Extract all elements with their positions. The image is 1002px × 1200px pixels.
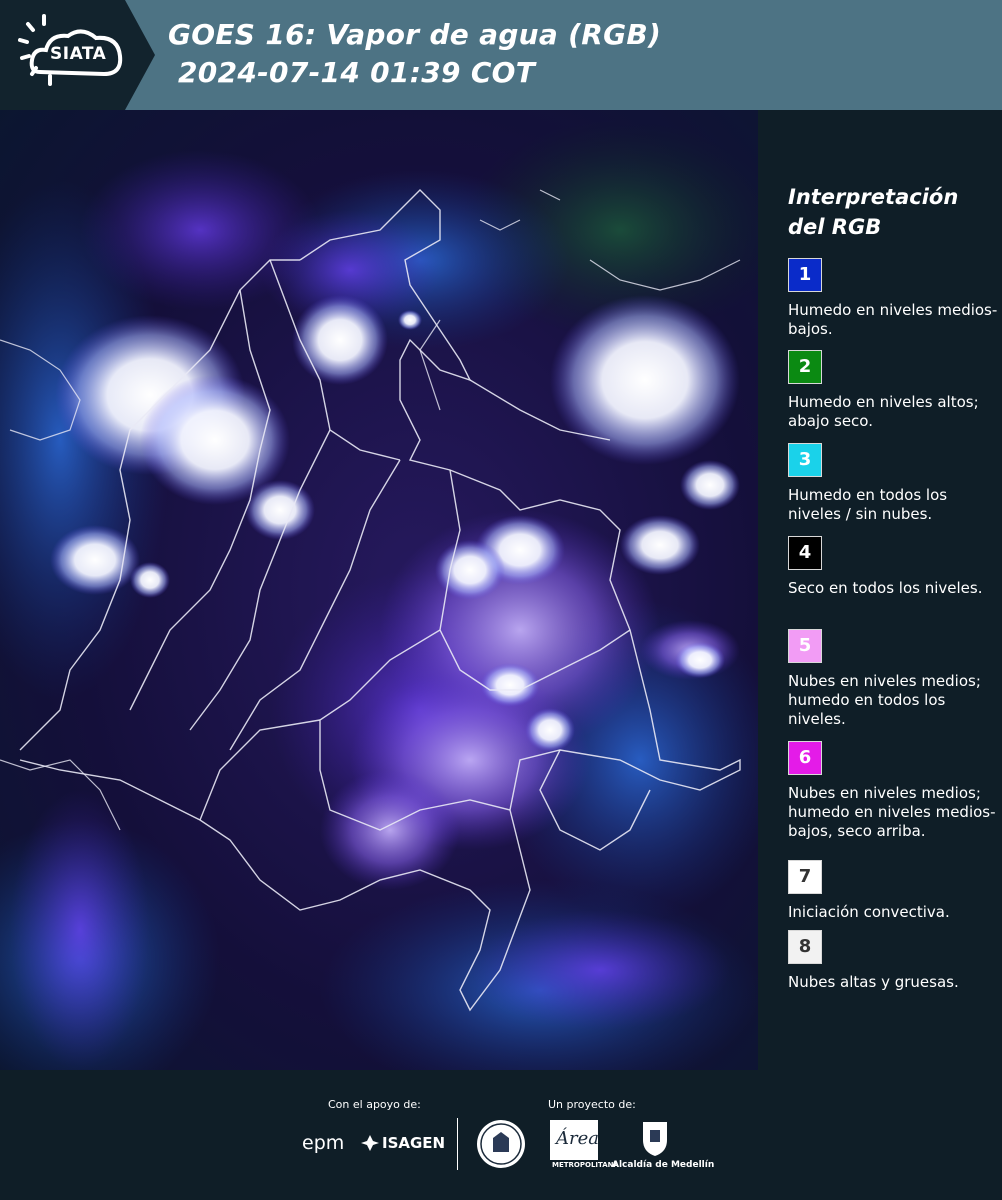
legend-swatch: 8 bbox=[788, 930, 822, 964]
timestamp: 2024-07-14 01:39 COT bbox=[178, 56, 536, 89]
legend-item-7: 7 Iniciación convectiva. bbox=[788, 860, 998, 922]
project-label: Un proyecto de: bbox=[548, 1098, 636, 1111]
footer: Con el apoyo de: Un proyecto de: epm ISA… bbox=[0, 1070, 1002, 1200]
legend-swatch: 3 bbox=[788, 443, 822, 477]
isagen-logo: ISAGEN bbox=[382, 1134, 446, 1152]
area-metropolitana-logo: Área bbox=[550, 1120, 598, 1160]
legend-description: Humedo en niveles altos; abajo seco. bbox=[788, 393, 979, 430]
header-bar: SIATA GOES 16: Vapor de agua (RGB) 2024-… bbox=[0, 0, 1002, 110]
legend-description: Nubes en niveles medios; humedo en todos… bbox=[788, 672, 981, 728]
legend-swatch: 6 bbox=[788, 741, 822, 775]
legend-description: Nubes altas y gruesas. bbox=[788, 973, 959, 991]
satellite-map bbox=[0, 110, 760, 1070]
metropolitana-caption: METROPOLITANA bbox=[552, 1161, 619, 1169]
support-label: Con el apoyo de: bbox=[328, 1098, 421, 1111]
svg-text:Área: Área bbox=[554, 1126, 598, 1149]
legend-swatch: 4 bbox=[788, 536, 822, 570]
seal-icon bbox=[477, 1120, 525, 1168]
legend-title: Interpretación del RGB bbox=[788, 185, 959, 239]
legend-description: Humedo en niveles medios-bajos. bbox=[788, 301, 998, 338]
legend-item-3: 3 Humedo en todos los niveles / sin nubes… bbox=[788, 443, 998, 524]
legend-description: Humedo en todos los niveles / sin nubes. bbox=[788, 486, 948, 523]
siata-logo-text: SIATA bbox=[50, 44, 107, 64]
alcaldia-caption: Alcaldía de Medellín bbox=[612, 1160, 715, 1170]
legend-description: Iniciación convectiva. bbox=[788, 903, 950, 921]
isagen-mark-icon bbox=[361, 1135, 379, 1151]
legend-swatch: 2 bbox=[788, 350, 822, 384]
legend-swatch: 7 bbox=[788, 860, 822, 894]
medellin-coat-of-arms-icon bbox=[643, 1122, 667, 1156]
legend-description: Seco en todos los niveles. bbox=[788, 579, 983, 597]
legend-swatch: 1 bbox=[788, 258, 822, 292]
legend-item-6: 6 Nubes en niveles medios; humedo en nive… bbox=[788, 741, 998, 841]
legend-description: Nubes en niveles medios; humedo en nivel… bbox=[788, 784, 996, 840]
epm-logo: epm bbox=[302, 1132, 345, 1154]
legend-item-8: 8 Nubes altas y gruesas. bbox=[788, 930, 998, 992]
legend-item-1: 1 Humedo en niveles medios-bajos. bbox=[788, 258, 998, 339]
legend-panel: Interpretación del RGB 1 Humedo en nivele… bbox=[760, 110, 1002, 1070]
legend-item-5: 5 Nubes en niveles medios; humedo en todo… bbox=[788, 629, 998, 729]
legend-item-2: 2 Humedo en niveles altos; abajo seco. bbox=[788, 350, 998, 431]
legend-item-4: 4 Seco en todos los niveles. bbox=[788, 536, 998, 598]
legend-swatch: 5 bbox=[788, 629, 822, 663]
page-title: GOES 16: Vapor de agua (RGB) bbox=[168, 18, 662, 51]
footer-divider bbox=[457, 1118, 458, 1170]
